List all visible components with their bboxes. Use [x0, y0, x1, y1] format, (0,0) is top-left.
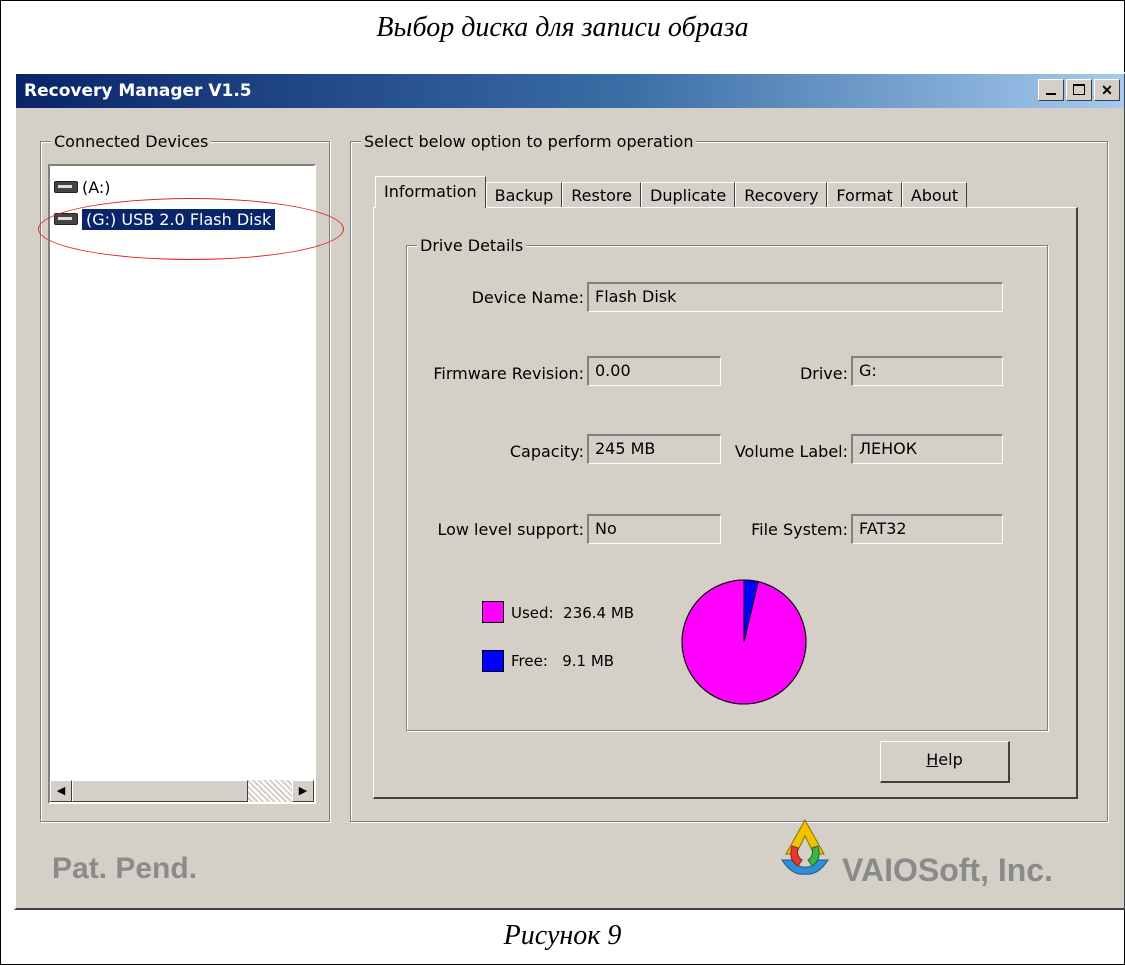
firmware-label: Firmware Revision:	[433, 364, 584, 383]
document-caption-bottom: Рисунок 9	[503, 920, 622, 951]
tab-backup[interactable]: Backup	[485, 182, 563, 208]
device-name-field: Flash Disk	[587, 282, 1003, 312]
legend-used-value: 236.4 MB	[563, 604, 635, 622]
minimize-button[interactable]	[1038, 79, 1064, 101]
patent-pending-text: Pat. Pend.	[52, 852, 198, 885]
operations-label: Select below option to perform operation	[361, 132, 697, 151]
drive-field: G:	[851, 356, 1003, 386]
title-bar[interactable]: Recovery Manager V1.5 ✕	[16, 74, 1124, 108]
scroll-track[interactable]	[248, 780, 292, 802]
horizontal-scrollbar[interactable]: ◀ ▶	[50, 780, 314, 802]
help-button[interactable]: Help	[880, 741, 1010, 783]
drive-icon	[54, 181, 78, 193]
firmware-field: 0.00	[587, 356, 721, 386]
arrow-right-icon: ▶	[298, 785, 308, 797]
device-item-a[interactable]: (A:)	[54, 176, 111, 198]
close-button[interactable]: ✕	[1094, 79, 1120, 101]
tab-restore[interactable]: Restore	[562, 182, 641, 208]
drive-label: Drive:	[799, 364, 848, 383]
device-list[interactable]: (A:) (G:) USB 2.0 Flash Disk ◀ ▶	[48, 164, 316, 804]
connected-devices-label: Connected Devices	[51, 132, 212, 151]
legend-used: Used: 236.4 MB	[511, 604, 634, 622]
volume-label-field: ЛЕНОК	[851, 434, 1003, 464]
tab-information[interactable]: Information	[375, 176, 486, 208]
document-caption-top: Выбор диска для записи образа	[376, 12, 749, 43]
maximize-icon	[1073, 84, 1085, 95]
scroll-left-button[interactable]: ◀	[50, 780, 72, 802]
legend-free-value: 9.1 MB	[562, 652, 615, 670]
help-accelerator: H	[926, 750, 939, 769]
file-system-label: File System:	[751, 520, 848, 539]
file-system-field: FAT32	[851, 514, 1003, 544]
legend-free-label: Free:	[511, 652, 548, 670]
window-title: Recovery Manager V1.5	[24, 81, 252, 101]
low-level-support-label: Low level support:	[437, 520, 584, 539]
tab-strip: Information Backup Restore Duplicate Rec…	[375, 176, 968, 208]
device-name-label: Device Name:	[471, 288, 584, 307]
legend-free: Free: 9.1 MB	[511, 652, 614, 670]
pie-slice-used	[681, 579, 807, 705]
legend-used-label: Used:	[511, 604, 554, 622]
tab-about[interactable]: About	[901, 182, 968, 208]
help-label: elp	[938, 750, 963, 769]
minimize-icon	[1046, 93, 1056, 95]
window-controls: ✕	[1038, 79, 1120, 101]
capacity-label: Capacity:	[509, 442, 584, 461]
low-level-support-field: No	[587, 514, 721, 544]
arrow-left-icon: ◀	[56, 785, 66, 797]
brand-name: VAIOSoft, Inc.	[842, 852, 1053, 888]
tab-format[interactable]: Format	[827, 182, 902, 208]
selection-highlight-ellipse	[38, 198, 344, 260]
scroll-thumb[interactable]	[72, 780, 248, 802]
drive-details-label: Drive Details	[417, 236, 527, 255]
tab-duplicate[interactable]: Duplicate	[641, 182, 736, 208]
close-icon: ✕	[1101, 82, 1113, 98]
tab-recovery[interactable]: Recovery	[735, 182, 828, 208]
scroll-right-button[interactable]: ▶	[292, 780, 314, 802]
legend-swatch-free	[482, 650, 504, 672]
usage-pie-chart	[681, 579, 807, 705]
volume-label-label: Volume Label:	[734, 442, 848, 461]
maximize-button[interactable]	[1066, 79, 1092, 101]
legend-swatch-used	[482, 601, 504, 623]
capacity-field: 245 MB	[587, 434, 721, 464]
device-label: (A:)	[82, 177, 111, 197]
vaiosoft-logo-icon	[781, 818, 829, 875]
